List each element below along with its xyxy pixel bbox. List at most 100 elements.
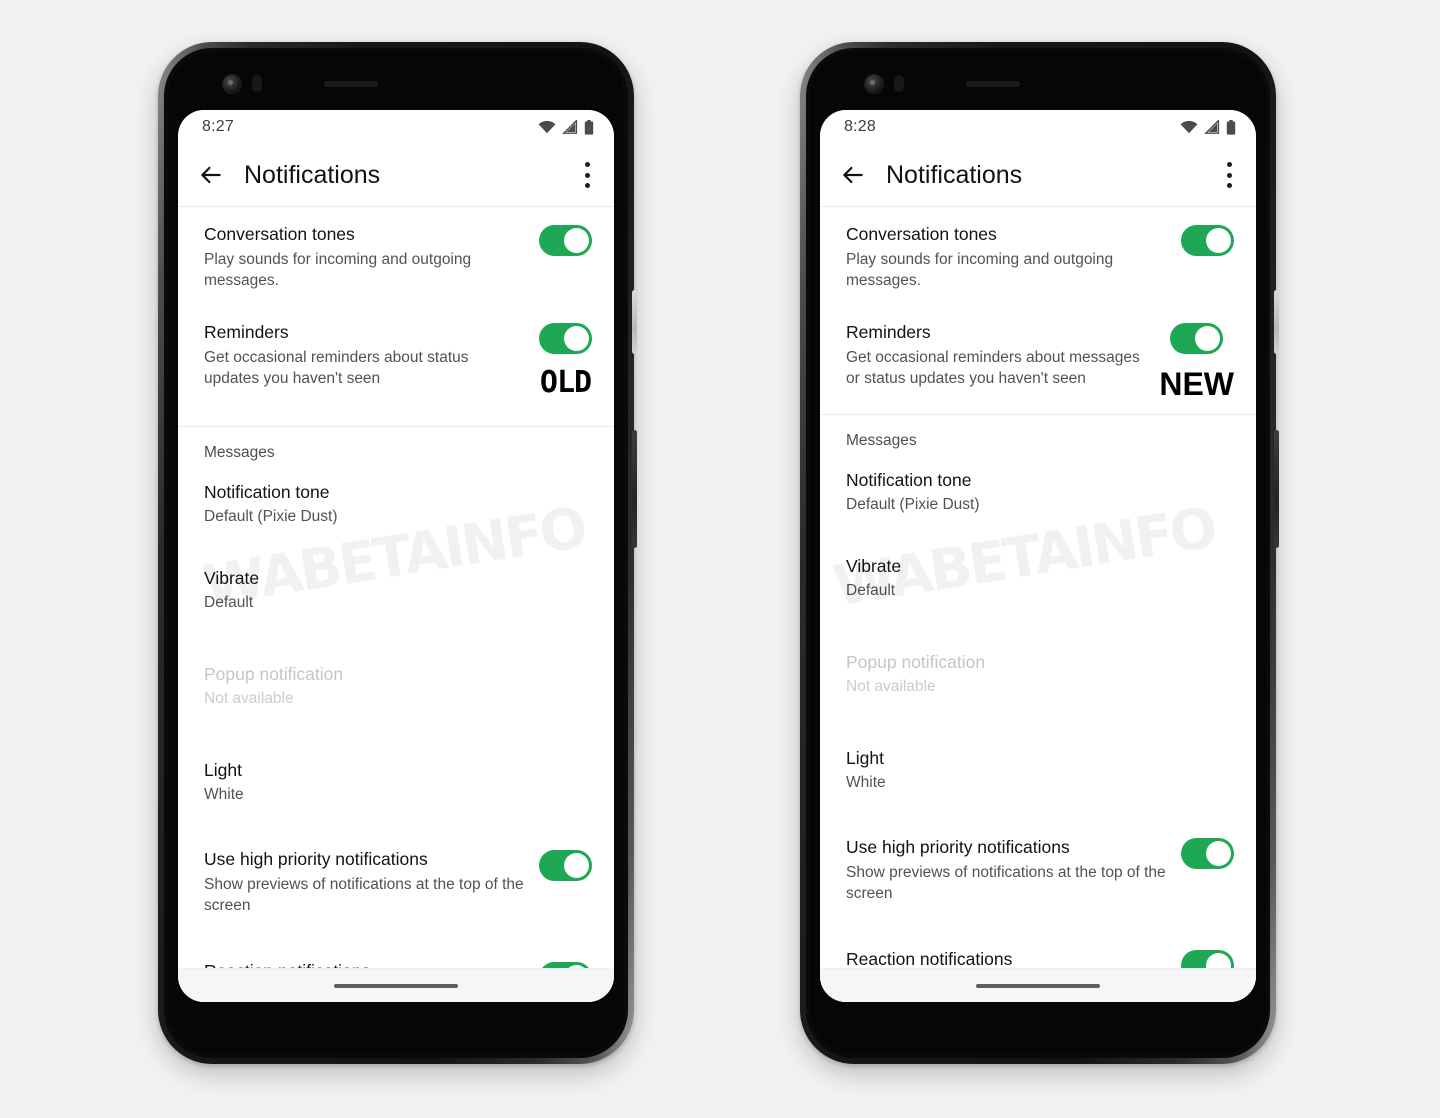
row-trailing: NEW: [1159, 321, 1234, 400]
home-gesture-pill[interactable]: [334, 983, 458, 988]
page-title: Notifications: [244, 160, 381, 189]
phone-screen-old: 8:27 Notifications Conversation tones Pl…: [178, 110, 614, 1002]
spacer: [178, 412, 614, 426]
toggle-knob: [1206, 228, 1231, 253]
system-nav-bar: [178, 968, 614, 1002]
back-arrow-icon[interactable]: [840, 162, 866, 188]
group-header-messages: Messages: [178, 427, 614, 468]
item-title: Vibrate: [204, 568, 260, 588]
spacer: [178, 930, 614, 944]
signal-icon: [562, 120, 578, 134]
row-title: Conversation tones: [846, 224, 997, 244]
toggle-knob: [564, 853, 589, 878]
item-title: Light: [204, 760, 242, 780]
overflow-menu-icon[interactable]: [584, 162, 590, 188]
wifi-icon: [538, 120, 556, 134]
front-camera-icon: [864, 74, 884, 94]
toggle-conversation-tones[interactable]: [539, 225, 592, 256]
setting-item-vibrate[interactable]: Vibrate Default: [178, 554, 614, 626]
spacer: [178, 818, 614, 832]
toggle-knob: [564, 228, 589, 253]
item-title: Popup notification: [204, 664, 344, 684]
toggle-knob: [564, 326, 589, 351]
power-button[interactable]: [1274, 290, 1279, 354]
proximity-sensor-icon: [252, 75, 262, 92]
row-trailing: [539, 848, 592, 881]
row-subtitle: Show previews of notifications at the to…: [204, 876, 524, 914]
setting-item-light[interactable]: Light White: [178, 746, 614, 818]
item-value: Default: [204, 594, 254, 611]
toggle-reminders[interactable]: [1170, 323, 1224, 354]
system-nav-bar: [820, 968, 1256, 1002]
comparison-stage: 8:27 Notifications Conversation tones Pl…: [0, 0, 1440, 1118]
row-title: Conversation tones: [204, 224, 355, 244]
row-subtitle: Show previews of notifications at the to…: [846, 864, 1166, 902]
proximity-sensor-icon: [894, 75, 904, 92]
status-time: 8:28: [844, 118, 876, 135]
status-icons: [1180, 119, 1236, 135]
toggle-high-priority[interactable]: [1181, 838, 1234, 869]
item-value: White: [846, 774, 886, 791]
status-bar: 8:27: [178, 110, 614, 144]
setting-row-high-priority[interactable]: Use high priority notifications Show pre…: [178, 832, 614, 930]
battery-icon: [1226, 119, 1236, 135]
item-title: Notification tone: [204, 482, 330, 502]
power-button[interactable]: [632, 290, 637, 354]
volume-rocker[interactable]: [1274, 430, 1279, 548]
settings-scroll-body[interactable]: WABETAINFO Conversation tones Play sound…: [820, 207, 1256, 1002]
toggle-reminders[interactable]: [539, 323, 592, 354]
setting-item-popup-notification: Popup notification Not available: [820, 638, 1256, 710]
setting-row-conversation-tones[interactable]: Conversation tones Play sounds for incom…: [820, 207, 1256, 305]
version-badge: NEW: [1159, 366, 1234, 402]
row-subtitle: Play sounds for incoming and outgoing me…: [204, 251, 472, 289]
phone-screen-new: 8:28 Notifications Conversation tones Pl…: [820, 110, 1256, 1002]
item-title: Vibrate: [846, 556, 902, 576]
back-arrow-icon[interactable]: [198, 162, 224, 188]
setting-item-popup-notification: Popup notification Not available: [178, 650, 614, 722]
row-title: Reminders: [204, 322, 289, 342]
row-subtitle: Get occasional reminders about status up…: [204, 349, 469, 387]
home-gesture-pill[interactable]: [976, 983, 1100, 988]
item-value: Default (Pixie Dust): [204, 508, 338, 525]
row-trailing: [1181, 836, 1234, 869]
item-value: Default: [846, 582, 896, 599]
sensor-row: [800, 72, 1276, 96]
setting-row-conversation-tones[interactable]: Conversation tones Play sounds for incom…: [178, 207, 614, 305]
signal-icon: [1204, 120, 1220, 134]
row-text: Reminders Get occasional reminders about…: [846, 321, 1147, 389]
item-value: Not available: [204, 690, 294, 707]
setting-row-high-priority[interactable]: Use high priority notifications Show pre…: [820, 820, 1256, 918]
row-trailing: [1181, 223, 1234, 256]
setting-item-light[interactable]: Light White: [820, 734, 1256, 806]
item-title: Light: [846, 748, 884, 768]
spacer: [820, 528, 1256, 542]
spacer: [178, 540, 614, 554]
spacer: [178, 626, 614, 650]
row-subtitle: Get occasional reminders about messages …: [846, 349, 1140, 387]
spacer: [820, 806, 1256, 820]
group-header-messages: Messages: [820, 415, 1256, 456]
sensor-row: [158, 72, 634, 96]
overflow-menu-icon[interactable]: [1226, 162, 1232, 188]
row-title: Reminders: [846, 322, 931, 342]
spacer: [178, 722, 614, 746]
toggle-knob: [1206, 841, 1231, 866]
row-title: Use high priority notifications: [846, 837, 1070, 857]
setting-item-notification-tone[interactable]: Notification tone Default (Pixie Dust): [178, 468, 614, 540]
settings-scroll-body[interactable]: WABETAINFO Conversation tones Play sound…: [178, 207, 614, 1002]
setting-row-reminders[interactable]: Reminders Get occasional reminders about…: [820, 305, 1256, 414]
phone-device-new: 8:28 Notifications Conversation tones Pl…: [800, 42, 1279, 1064]
row-text: Reminders Get occasional reminders about…: [204, 321, 527, 389]
setting-item-vibrate[interactable]: Vibrate Default: [820, 542, 1256, 614]
row-text: Conversation tones Play sounds for incom…: [846, 223, 1169, 291]
front-camera-icon: [222, 74, 242, 94]
toggle-knob: [1195, 326, 1221, 351]
row-text: Use high priority notifications Show pre…: [204, 848, 527, 916]
toggle-conversation-tones[interactable]: [1181, 225, 1234, 256]
item-value: Not available: [846, 678, 936, 695]
setting-row-reminders[interactable]: Reminders Get occasional reminders about…: [178, 305, 614, 412]
setting-item-notification-tone[interactable]: Notification tone Default (Pixie Dust): [820, 456, 1256, 528]
volume-rocker[interactable]: [632, 430, 637, 548]
toggle-high-priority[interactable]: [539, 850, 592, 881]
app-bar: Notifications: [820, 144, 1256, 206]
